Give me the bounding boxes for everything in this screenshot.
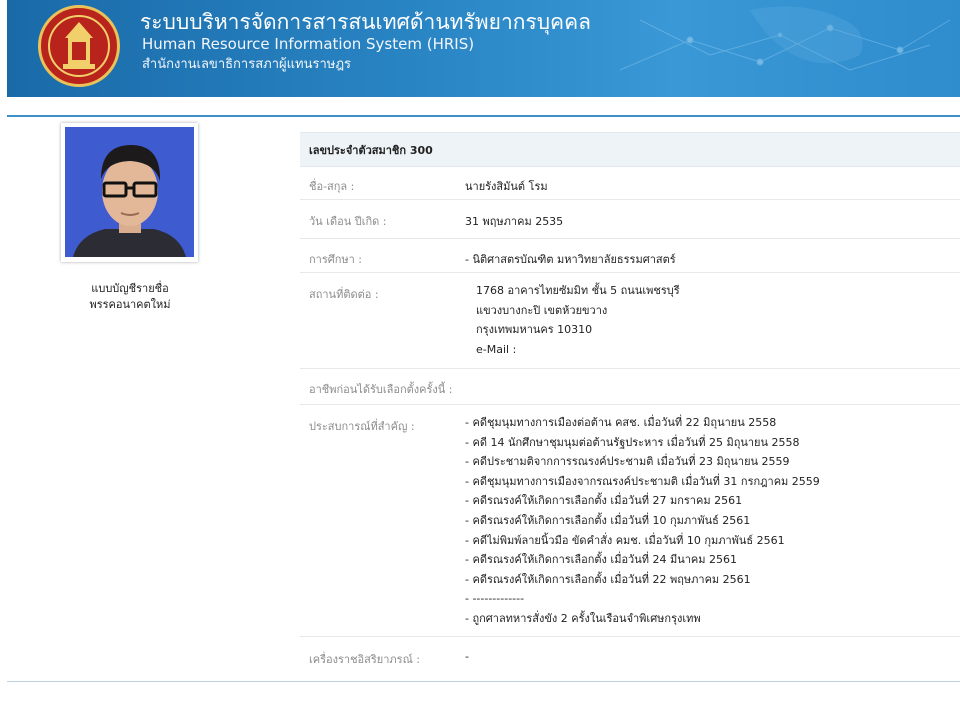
system-title-english: Human Resource Information System (HRIS) — [142, 35, 475, 53]
header-banner: ระบบบริหารจัดการสารสนเทศด้านทรัพยากรบุคค… — [7, 0, 960, 97]
member-type-line2: พรรคอนาคตใหม่ — [89, 298, 171, 311]
experience-row: ประสบการณ์ที่สำคัญ : - คดีชุมนุมทางการเม… — [300, 405, 960, 637]
member-photo-frame — [61, 123, 198, 262]
member-type: แบบบัญชีรายชื่อ พรรคอนาคตใหม่ — [40, 281, 220, 313]
experience-item: - คดีไม่พิมพ์ลายนิ้วมือ ขัดคำสั่ง คมช. เ… — [465, 533, 785, 547]
experience-item: - คดีประชามติจากการรณรงค์ประชามติ เมื่อว… — [465, 455, 790, 469]
member-id-header: เลขประจำตัวสมาชิก 300 — [300, 132, 960, 167]
decorations-label: เครื่องราชอิสริยาภรณ์ : — [309, 653, 420, 666]
parliament-emblem-icon — [38, 5, 120, 87]
name-value: นายรังสิมันต์ โรม — [465, 180, 548, 193]
experience-item: - ------------- — [465, 592, 525, 606]
experience-item: - คดีชุมนุมทางการเมืองจากรณรงค์ประชามติ … — [465, 474, 820, 488]
address-row: สถานที่ติดต่อ : 1768 อาคารไทยซัมมิท ชั้น… — [300, 273, 960, 369]
name-label: ชื่อ-สกุล : — [309, 180, 355, 193]
footer-divider — [7, 681, 960, 682]
birthdate-label: วัน เดือน ปีเกิด : — [309, 215, 387, 228]
experience-item: - คดีชุมนุมทางการเมืองต่อต้าน คสช. เมื่อ… — [465, 416, 777, 429]
email-line: e-Mail : — [476, 342, 517, 356]
occupation-row: อาชีพก่อนได้รับเลือกตั้งครั้งนี้ : — [300, 369, 960, 405]
experience-label: ประสบการณ์ที่สำคัญ : — [309, 420, 415, 433]
education-row: การศึกษา : - นิติศาสตรบัณฑิต มหาวิทยาลัย… — [300, 239, 960, 273]
experience-item: - คดีรณรงค์ให้เกิดการเลือกตั้ง เมื่อวันท… — [465, 553, 738, 567]
organization-name: สำนักงานเลขาธิการสภาผู้แทนราษฎร — [142, 57, 352, 72]
name-row: ชื่อ-สกุล : นายรังสิมันต์ โรม — [300, 167, 960, 200]
decorations-row: เครื่องราชอิสริยาภรณ์ : - — [300, 637, 960, 676]
world-map-decoration — [619, 6, 951, 71]
birthdate-row: วัน เดือน ปีเกิด : 31 พฤษภาคม 2535 — [300, 200, 960, 239]
member-photo — [65, 127, 194, 257]
experience-list: - คดีชุมนุมทางการเมืองต่อต้าน คสช. เมื่อ… — [465, 413, 820, 629]
address-line: แขวงบางกะปิ เขตห้วยขวาง — [476, 303, 608, 317]
member-details-table: เลขประจำตัวสมาชิก 300 ชื่อ-สกุล : นายรัง… — [300, 132, 960, 676]
experience-item: - คดี 14 นักศึกษาชุมนุมต่อต้านรัฐประหาร … — [465, 435, 800, 449]
education-value: - นิติศาสตรบัณฑิต มหาวิทยาลัยธรรมศาสตร์ — [465, 253, 676, 266]
experience-item: - คดีรณรงค์ให้เกิดการเลือกตั้ง เมื่อวันท… — [465, 572, 751, 586]
decorations-value: - — [465, 650, 469, 663]
member-type-line1: แบบบัญชีรายชื่อ — [91, 282, 169, 295]
address-line: 1768 อาคารไทยซัมมิท ชั้น 5 ถนนเพชรบุรี — [476, 284, 680, 297]
address-value: 1768 อาคารไทยซัมมิท ชั้น 5 ถนนเพชรบุรี แ… — [476, 281, 680, 359]
header-divider — [7, 115, 960, 117]
experience-item: - คดีรณรงค์ให้เกิดการเลือกตั้ง เมื่อวันท… — [465, 513, 751, 527]
address-line: กรุงเทพมหานคร 10310 — [476, 323, 593, 336]
occupation-label: อาชีพก่อนได้รับเลือกตั้งครั้งนี้ : — [309, 383, 453, 396]
birthdate-value: 31 พฤษภาคม 2535 — [465, 215, 564, 228]
experience-item: - ถูกศาลทหารสั่งขัง 2 ครั้งในเรือนจำพิเศ… — [465, 611, 701, 625]
experience-item: - คดีรณรงค์ให้เกิดการเลือกตั้ง เมื่อวันท… — [465, 494, 743, 508]
education-label: การศึกษา : — [309, 253, 363, 266]
address-label: สถานที่ติดต่อ : — [309, 288, 379, 301]
